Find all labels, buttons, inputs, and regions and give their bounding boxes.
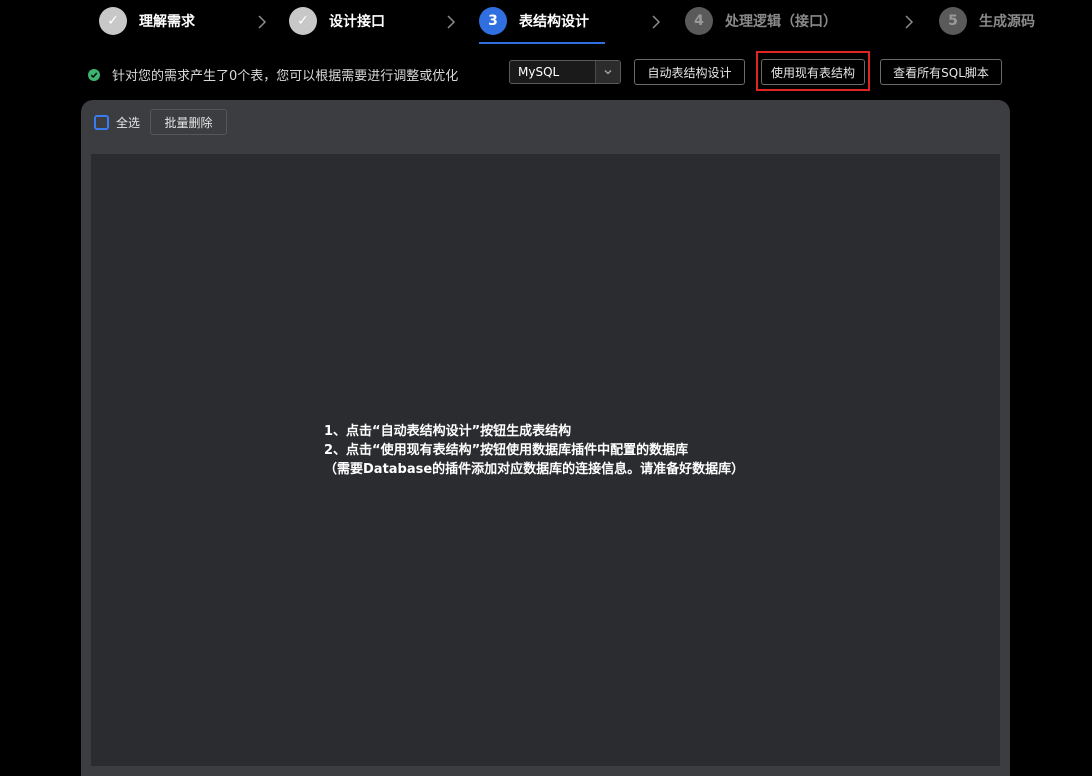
step-5-label: 生成源码 <box>979 14 1035 30</box>
chevron-right-icon <box>255 12 269 32</box>
select-all-checkbox[interactable]: 全选 <box>94 114 140 131</box>
step-3-label: 表结构设计 <box>519 14 589 30</box>
status-message: 针对您的需求产生了0个表，您可以根据需要进行调整或优化 <box>88 65 458 84</box>
chevron-down-icon[interactable] <box>595 61 620 83</box>
step-1-check-icon: ✓ <box>99 7 127 35</box>
step-table-structure-design[interactable]: 3 表结构设计 <box>479 6 589 36</box>
view-all-sql-button[interactable]: 查看所有SQL脚本 <box>880 59 1002 85</box>
step-4-label: 处理逻辑（接口） <box>725 14 837 30</box>
chevron-right-icon <box>902 12 916 32</box>
chevron-right-icon <box>649 12 663 32</box>
step-processing-logic[interactable]: 4 处理逻辑（接口） <box>685 6 837 36</box>
batch-delete-button[interactable]: 批量删除 <box>150 109 227 135</box>
tables-panel: 全选 批量删除 1、点击“自动表结构设计”按钮生成表结构 2、点击“使用现有表结… <box>81 100 1010 776</box>
database-type-select[interactable]: MySQL <box>509 60 621 84</box>
hint-line-2: 2、点击“使用现有表结构”按钮使用数据库插件中配置的数据库 <box>324 443 689 458</box>
success-check-icon <box>88 68 100 81</box>
stepper: ✓ 理解需求 ✓ 设计接口 3 表结构设计 4 处理逻辑（接口） 5 生成源码 <box>0 0 1092 46</box>
step-4-number: 4 <box>685 7 713 35</box>
step-1-label: 理解需求 <box>139 14 195 30</box>
toolbar: 针对您的需求产生了0个表，您可以根据需要进行调整或优化 MySQL 自动表结构设… <box>0 56 1092 90</box>
use-existing-tables-button[interactable]: 使用现有表结构 <box>761 59 865 85</box>
step-3-number: 3 <box>479 7 507 35</box>
step-understand-requirements[interactable]: ✓ 理解需求 <box>99 6 195 36</box>
step-design-interface[interactable]: ✓ 设计接口 <box>289 6 385 36</box>
hint-line-3: （需要Database的插件添加对应数据库的连接信息。请准备好数据库） <box>324 462 745 477</box>
step-generate-source[interactable]: 5 生成源码 <box>939 6 1035 36</box>
chevron-right-icon <box>444 12 458 32</box>
step-2-label: 设计接口 <box>329 14 385 30</box>
empty-state-area: 1、点击“自动表结构设计”按钮生成表结构 2、点击“使用现有表结构”按钮使用数据… <box>91 154 1000 766</box>
step-5-number: 5 <box>939 7 967 35</box>
checkbox-box[interactable] <box>94 115 109 130</box>
panel-header: 全选 批量删除 <box>81 100 1010 146</box>
empty-state-hint: 1、点击“自动表结构设计”按钮生成表结构 2、点击“使用现有表结构”按钮使用数据… <box>324 422 744 479</box>
hint-line-1: 1、点击“自动表结构设计”按钮生成表结构 <box>324 424 572 439</box>
step-2-check-icon: ✓ <box>289 7 317 35</box>
auto-table-design-button[interactable]: 自动表结构设计 <box>634 59 745 85</box>
active-step-underline <box>479 42 605 44</box>
select-all-label: 全选 <box>116 116 141 130</box>
app-root: ✓ 理解需求 ✓ 设计接口 3 表结构设计 4 处理逻辑（接口） 5 生成源码 … <box>0 0 1092 776</box>
database-type-value: MySQL <box>518 65 560 79</box>
status-text: 针对您的需求产生了0个表，您可以根据需要进行调整或优化 <box>112 69 459 84</box>
